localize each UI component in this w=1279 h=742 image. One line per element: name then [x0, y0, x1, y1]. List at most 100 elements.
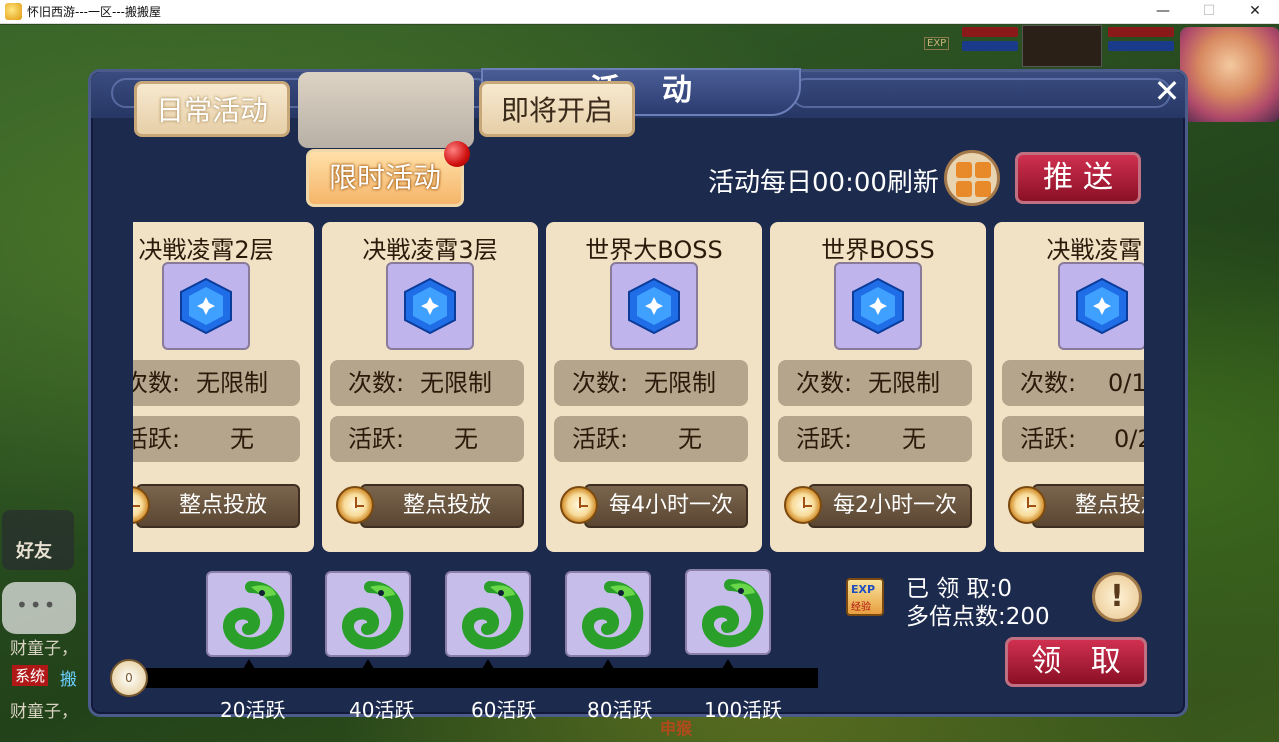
active-tab-frame — [298, 72, 474, 148]
player-avatar[interactable] — [1180, 27, 1279, 122]
schedule-button[interactable]: 整点投放 — [360, 484, 524, 528]
milestone-tick — [482, 659, 494, 669]
clock-icon — [1008, 486, 1046, 524]
activity-label: 活跃: — [796, 425, 853, 453]
milestone-reward-4[interactable] — [565, 571, 651, 657]
activity-row: 活跃: 无 — [133, 416, 300, 462]
count-value: 0/1 — [1108, 369, 1144, 397]
app-icon — [5, 3, 22, 20]
milestone-reward-1[interactable] — [206, 571, 292, 657]
schedule-button[interactable]: 每2小时一次 — [808, 484, 972, 528]
activity-card-list[interactable]: 决戦凌霄2层 次数: 无限制 活跃: 无 整点投放 决戦凌霄3层 次数: 无限制… — [133, 222, 1144, 556]
milestone-label: 100活跃 — [704, 698, 783, 722]
milestone-label: 80活跃 — [587, 698, 653, 722]
milestone-tick — [722, 659, 734, 669]
schedule-button[interactable]: 整点投放 — [1032, 484, 1144, 528]
count-value: 无限制 — [644, 369, 716, 397]
count-label: 次数: — [348, 369, 405, 397]
activity-label: 活跃: — [572, 425, 629, 453]
exp-icon: EXP 经验 — [846, 578, 884, 616]
activity-card[interactable]: 决戦凌霄2层 次数: 无限制 活跃: 无 整点投放 — [133, 222, 314, 552]
push-button[interactable]: 推送 — [1015, 152, 1141, 204]
activity-progress-bar — [128, 668, 818, 688]
green-dragon-icon — [582, 581, 644, 650]
activity-value: 无 — [678, 425, 702, 453]
count-value: 无限制 — [196, 369, 268, 397]
schedule-button[interactable]: 每4小时一次 — [584, 484, 748, 528]
milestone-tick — [243, 659, 255, 669]
green-dragon-icon — [342, 581, 404, 650]
card-reward-icon[interactable] — [610, 262, 698, 350]
close-window-button[interactable]: ✕ — [1232, 0, 1278, 24]
claim-button[interactable]: 领 取 — [1005, 637, 1147, 687]
activity-value: 无 — [454, 425, 478, 453]
player-hp-bar — [1108, 27, 1174, 37]
pet-portrait[interactable] — [1022, 25, 1102, 67]
activity-row: 活跃: 无 — [778, 416, 972, 462]
chat-dots: ••• — [16, 593, 58, 617]
exp-icon-sublabel: 经验 — [851, 602, 871, 613]
green-dragon-icon — [223, 581, 285, 650]
milestone-tick — [362, 659, 374, 669]
count-row: 次数: 无限制 — [133, 360, 300, 406]
maximize-button[interactable]: ☐ — [1186, 0, 1232, 24]
activity-value: 0/2 — [1114, 425, 1144, 453]
activity-card[interactable]: 决戦凌霄5 次数: 0/1 活跃: 0/2 整点投放 — [994, 222, 1144, 552]
activity-row: 活跃: 0/2 — [1002, 416, 1144, 462]
blue-gem-icon — [628, 277, 680, 335]
count-row: 次数: 0/1 — [1002, 360, 1144, 406]
card-reward-icon[interactable] — [386, 262, 474, 350]
count-row: 次数: 无限制 — [554, 360, 748, 406]
milestone-label: 60活跃 — [471, 698, 537, 722]
activity-label: 活跃: — [348, 425, 405, 453]
friend-label: 好友 — [16, 541, 52, 562]
card-reward-icon[interactable] — [1058, 262, 1144, 350]
milestone-reward-2[interactable] — [325, 571, 411, 657]
multiplier-points: 多倍点数:200 — [906, 604, 1050, 630]
green-dragon-icon — [702, 579, 764, 648]
grid-menu-icon[interactable] — [944, 150, 1000, 206]
bottom-label: 申猴 — [660, 719, 693, 738]
count-label: 次数: — [1020, 369, 1077, 397]
chat-line: 财童子， — [10, 639, 78, 659]
card-title: 决戦凌霄2层 — [138, 236, 274, 264]
activity-value: 无 — [902, 425, 926, 453]
blue-gem-icon — [852, 277, 904, 335]
activity-row: 活跃: 无 — [330, 416, 524, 462]
activity-card[interactable]: 世界大BOSS 次数: 无限制 活跃: 无 每4小时一次 — [546, 222, 762, 552]
card-title: 世界BOSS — [821, 236, 935, 264]
card-reward-icon[interactable] — [162, 262, 250, 350]
minimize-button[interactable]: — — [1140, 0, 1186, 24]
card-reward-icon[interactable] — [834, 262, 922, 350]
tab-limited[interactable]: 限时活动 — [306, 149, 464, 207]
card-title: 决戦凌霄3层 — [362, 236, 498, 264]
tab-daily[interactable]: 日常活动 — [134, 81, 290, 137]
close-panel-icon[interactable]: ✕ — [1145, 72, 1189, 112]
schedule-button[interactable]: 整点投放 — [136, 484, 300, 528]
count-label: 次数: — [133, 369, 181, 397]
activity-card[interactable]: 决戦凌霄3层 次数: 无限制 活跃: 无 整点投放 — [322, 222, 538, 552]
milestone-tick — [602, 659, 614, 669]
count-value: 无限制 — [868, 369, 940, 397]
tab-upcoming[interactable]: 即将开启 — [479, 81, 635, 137]
milestone-reward-5[interactable] — [685, 569, 771, 655]
exp-icon-label: EXP — [851, 583, 876, 596]
card-title: 决戦凌霄5 — [1046, 236, 1144, 264]
help-icon[interactable]: ! — [1092, 572, 1142, 622]
activity-value: 无 — [230, 425, 254, 453]
activity-card[interactable]: 世界BOSS 次数: 无限制 活跃: 无 每2小时一次 — [770, 222, 986, 552]
milestone-reward-3[interactable] — [445, 571, 531, 657]
activity-label: 活跃: — [1020, 425, 1077, 453]
refresh-notice: 活动每日00:00刷新 — [708, 168, 939, 198]
clock-icon — [560, 486, 598, 524]
blue-gem-icon — [404, 277, 456, 335]
system-text: 搬 — [60, 670, 77, 690]
window-titlebar: 怀旧西游---一区---搬搬屋 — ☐ ✕ — [0, 0, 1279, 24]
mp-bar — [962, 41, 1018, 51]
activity-row: 活跃: 无 — [554, 416, 748, 462]
progress-value: 0 — [110, 659, 148, 697]
count-label: 次数: — [796, 369, 853, 397]
exp-label: EXP — [924, 37, 950, 50]
count-row: 次数: 无限制 — [330, 360, 524, 406]
green-dragon-icon — [462, 581, 524, 650]
